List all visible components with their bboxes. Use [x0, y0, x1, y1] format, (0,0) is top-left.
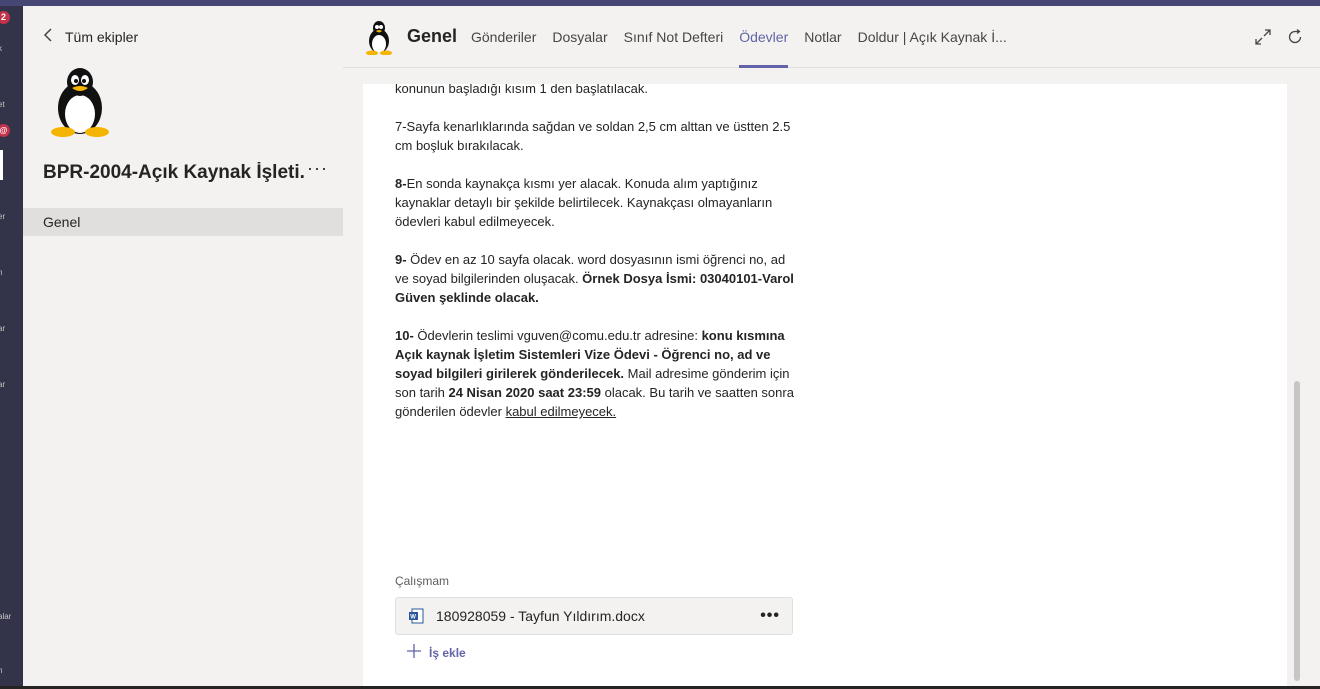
main-area: Genel Gönderiler Dosyalar Sınıf Not Deft… [343, 6, 1320, 689]
file-more-options-button[interactable]: ••• [760, 607, 780, 625]
file-name: 180928059 - Tayfun Yıldırım.docx [436, 608, 645, 624]
tab-posts[interactable]: Gönderiler [471, 6, 536, 68]
team-more-options-button[interactable]: ··· [307, 158, 328, 179]
expand-icon[interactable] [1254, 28, 1272, 46]
instruction-paragraph: 8-En sonda kaynakça kısmı yer alacak. Ko… [395, 174, 795, 231]
all-teams-link[interactable]: Tüm ekipler [43, 28, 138, 46]
item-number: 10- [395, 328, 414, 343]
rail-item-label[interactable]: n [0, 666, 2, 675]
channel-header: Genel Gönderiler Dosyalar Sınıf Not Deft… [343, 6, 1320, 68]
team-name: BPR-2004-Açık Kaynak İşleti... [43, 162, 305, 183]
channel-item-genel[interactable]: Genel [23, 208, 343, 236]
rail-item-label[interactable]: alar [0, 612, 11, 621]
tux-penguin-icon [366, 21, 392, 55]
instruction-text: En sonda kaynakça kısmı yer alacak. Konu… [395, 176, 773, 229]
assignment-detail: konunun başladığı kısım 1 den başlatılac… [363, 84, 1287, 689]
plus-icon [407, 642, 421, 663]
activity-badge: 2 [0, 11, 10, 24]
assignment-instructions: konunun başladığı kısım 1 den başlatılac… [395, 84, 795, 440]
instruction-paragraph: 10- Ödevlerin teslimi vguven@comu.edu.tr… [395, 326, 795, 421]
chevron-left-icon [43, 28, 53, 46]
attached-file[interactable]: W 180928059 - Tayfun Yıldırım.docx ••• [395, 597, 793, 635]
deadline-text: 24 Nisan 2020 saat 23:59 [448, 385, 601, 400]
word-document-icon: W [409, 608, 424, 624]
mention-icon: @ [0, 124, 10, 137]
instruction-text: Ödevlerin teslimi vguven@comu.edu.tr adr… [413, 328, 702, 343]
back-label: Tüm ekipler [65, 29, 139, 45]
team-panel: Tüm ekipler BPR-2004-Açık Kaynak İşleti.… [23, 6, 343, 689]
tab-class-notebook[interactable]: Sınıf Not Defteri [624, 6, 724, 68]
rail-item-teams[interactable]: r [0, 156, 1, 165]
add-work-button[interactable]: İş ekle [407, 642, 466, 663]
instruction-paragraph: 7-Sayfa kenarlıklarında sağdan ve soldan… [395, 119, 791, 153]
tux-penguin-logo [51, 68, 109, 137]
refresh-icon[interactable] [1286, 28, 1304, 46]
active-rail-indicator [0, 150, 3, 180]
scrollbar[interactable] [1294, 381, 1300, 681]
app-rail: 2 k et @ r er n ar ar alar n [0, 6, 23, 689]
add-work-label: İş ekle [429, 645, 466, 660]
instruction-paragraph: konunun başladığı kısım 1 den başlatılac… [395, 84, 648, 96]
item-number: 8- [395, 176, 407, 191]
svg-text:W: W [410, 615, 416, 621]
rail-item-label[interactable]: n [0, 268, 2, 277]
rail-item-label[interactable]: ar [0, 324, 5, 333]
tab-files[interactable]: Dosyalar [552, 6, 607, 68]
instruction-paragraph: 9- Ödev en az 10 sayfa olacak. word dosy… [395, 250, 795, 307]
tab-assignments[interactable]: Ödevler [739, 6, 789, 68]
tab-grades[interactable]: Notlar [804, 6, 841, 68]
instruction-underline: kabul edilmeyecek. [505, 404, 617, 419]
tab-forms[interactable]: Doldur | Açık Kaynak İ... [858, 6, 1007, 68]
channel-title: Genel [407, 26, 458, 46]
rail-item-label[interactable]: et [0, 100, 5, 109]
rail-item-label[interactable]: k [0, 44, 2, 53]
rail-item-label[interactable]: er [0, 212, 5, 221]
item-number: 9- [395, 252, 407, 267]
channel-tabs: Gönderiler Dosyalar Sınıf Not Defteri Öd… [471, 6, 1023, 68]
rail-item-label[interactable]: ar [0, 380, 5, 389]
my-work-label: Çalışmam [395, 574, 450, 588]
